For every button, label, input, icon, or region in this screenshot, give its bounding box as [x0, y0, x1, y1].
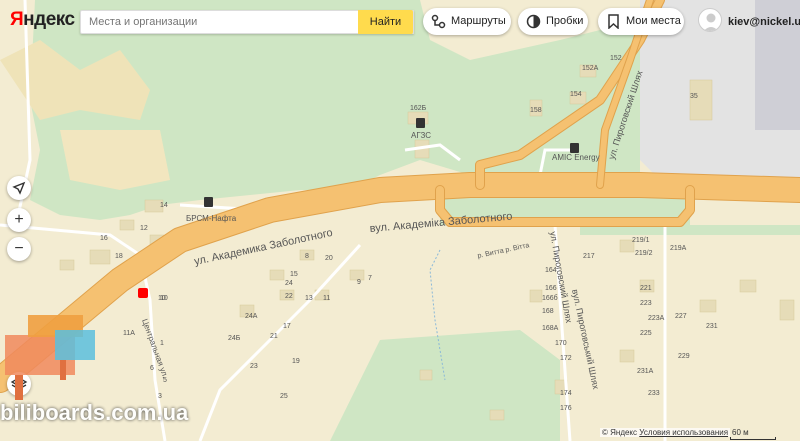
- traffic-button[interactable]: Пробки: [518, 8, 588, 35]
- house-number: 11А: [123, 330, 135, 337]
- traffic-label: Пробки: [546, 15, 584, 27]
- house-number: 166б: [542, 294, 558, 302]
- gas-station-icon[interactable]: [204, 197, 213, 207]
- house-number: 9: [357, 279, 361, 286]
- house-number: 24Б: [228, 335, 241, 342]
- routes-button[interactable]: Маршруты: [423, 8, 511, 35]
- house-number: 176: [560, 405, 572, 412]
- copyright: © Яндекс Условия использования: [600, 428, 731, 437]
- house-number: 23: [250, 363, 258, 370]
- house-number: 17: [283, 323, 291, 330]
- zoom-in-button[interactable]: +: [7, 208, 31, 232]
- house-number: 1: [160, 340, 164, 347]
- house-number: 168А: [542, 325, 559, 332]
- poi-label-agzs: АГЗС: [411, 131, 431, 140]
- top-bar: Яндекс Найти Маршруты Пробки Мои места k…: [0, 0, 800, 44]
- house-number: 172: [560, 355, 572, 362]
- house-number: 152: [610, 55, 622, 62]
- house-number: 217: [583, 253, 595, 260]
- house-number: 168: [542, 308, 554, 315]
- avatar[interactable]: [698, 8, 722, 32]
- house-number: 10: [158, 295, 166, 302]
- house-number: 5: [163, 377, 167, 384]
- house-number: 15: [290, 271, 298, 278]
- house-number: 21: [270, 333, 278, 340]
- yandex-logo[interactable]: Яндекс: [10, 9, 75, 31]
- route-icon: [431, 14, 446, 29]
- house-number: 227: [675, 313, 687, 320]
- house-number: 233: [648, 390, 660, 397]
- house-number: 16: [100, 235, 108, 242]
- house-number: 3: [158, 393, 162, 400]
- routes-label: Маршруты: [451, 15, 506, 27]
- house-number: 12: [140, 225, 148, 232]
- house-number: 223: [640, 300, 652, 307]
- locate-icon: [12, 181, 26, 195]
- my-places-button[interactable]: Мои места: [598, 8, 684, 35]
- house-number: 225: [640, 330, 652, 337]
- house-number: 219/1: [632, 237, 650, 244]
- house-number: 7: [368, 275, 372, 282]
- locate-button[interactable]: [7, 176, 31, 200]
- house-number: 24: [285, 280, 293, 287]
- house-number: 14: [160, 202, 168, 209]
- house-number: 8: [305, 253, 309, 260]
- zoom-in-icon: +: [14, 211, 24, 228]
- house-number: 158: [530, 107, 542, 114]
- location-marker[interactable]: [138, 288, 148, 298]
- search-button[interactable]: Найти: [358, 10, 413, 34]
- house-number: 154: [570, 91, 582, 98]
- house-number: 152А: [582, 65, 599, 72]
- house-number: 24А: [245, 313, 258, 320]
- house-number: 22: [285, 293, 293, 300]
- house-number: 164: [545, 267, 557, 274]
- logo-text: ндекс: [23, 9, 75, 30]
- my-places-label: Мои места: [626, 15, 681, 27]
- house-number: 221: [640, 285, 652, 292]
- bookmark-icon: [608, 14, 619, 29]
- zoom-out-icon: −: [14, 240, 24, 257]
- scale-bar: [730, 437, 776, 440]
- zoom-out-button[interactable]: −: [7, 237, 31, 261]
- map-canvas[interactable]: ул. Академика Заболотного вул. Академіка…: [0, 0, 800, 441]
- billboard-logo: [5, 315, 95, 400]
- house-number: 223А: [648, 315, 665, 322]
- scale-label: 60 м: [732, 428, 749, 437]
- house-number: 35: [690, 93, 698, 100]
- search-input[interactable]: [81, 11, 359, 33]
- house-number: 25: [280, 393, 288, 400]
- house-number: 231: [706, 323, 718, 330]
- house-number: 20: [325, 255, 333, 262]
- house-number: 11: [323, 295, 330, 302]
- house-number: 174: [560, 390, 572, 397]
- house-number: 170: [555, 340, 567, 347]
- user-icon: [703, 13, 719, 31]
- house-number: 166: [545, 285, 557, 292]
- traffic-icon: [526, 14, 541, 29]
- terms-link[interactable]: Условия использования: [639, 428, 728, 437]
- house-number: 13: [305, 295, 313, 302]
- house-number: 229: [678, 353, 690, 360]
- watermark: biliboards.com.ua: [0, 400, 189, 425]
- house-number: 19: [292, 358, 300, 365]
- user-name: kiev@nickel.ua: [728, 16, 800, 28]
- copyright-text: © Яндекс: [602, 428, 638, 437]
- house-number: 231А: [637, 368, 654, 375]
- gas-station-icon[interactable]: [416, 118, 425, 128]
- house-number: 219А: [670, 245, 687, 252]
- house-number: 6: [150, 365, 154, 372]
- house-number: 162Б: [410, 105, 427, 112]
- poi-label-brsm: БРСМ-Нафта: [186, 214, 237, 223]
- poi-label-amic: AMIC Energy: [552, 153, 600, 162]
- gas-station-icon[interactable]: [570, 143, 579, 153]
- house-number: 18: [115, 253, 123, 260]
- house-number: 219/2: [635, 250, 653, 257]
